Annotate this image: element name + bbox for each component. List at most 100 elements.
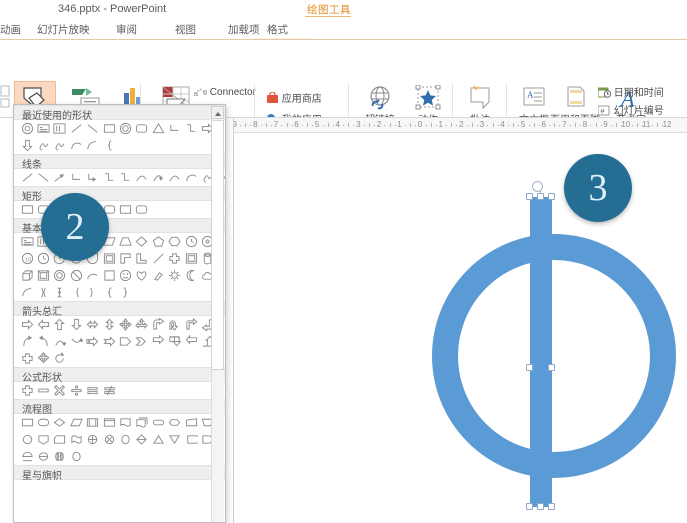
gallery-shape-item[interactable]	[150, 250, 166, 267]
gallery-shape-item[interactable]	[35, 382, 51, 399]
gallery-shape-item[interactable]	[117, 414, 133, 431]
gallery-shape-item[interactable]	[117, 333, 133, 350]
gallery-shape-item[interactable]	[68, 267, 84, 284]
gallery-shape-item[interactable]	[52, 414, 68, 431]
gallery-shape-item[interactable]	[183, 431, 199, 448]
gallery-shape-item[interactable]	[19, 382, 35, 399]
gallery-shape-item[interactable]	[117, 169, 133, 186]
gallery-shape-item[interactable]	[101, 316, 117, 333]
gallery-shape-item[interactable]	[35, 448, 51, 465]
gallery-shape-item[interactable]	[167, 333, 183, 350]
gallery-shape-item[interactable]	[19, 169, 35, 186]
gallery-shape-item[interactable]	[19, 267, 35, 284]
connector-button[interactable]: Connector	[193, 87, 256, 98]
gallery-shape-item[interactable]	[134, 333, 150, 350]
gallery-shape-item[interactable]	[35, 169, 51, 186]
gallery-shape-item[interactable]	[150, 414, 166, 431]
gallery-shape-item[interactable]	[101, 267, 117, 284]
shapes-gallery-dropdown[interactable]: 最近使用的形状线条矩形基本形状10箭头总汇公式形状流程图星与旗帜	[13, 104, 226, 523]
datetime-button[interactable]: 日期和时间	[597, 84, 664, 99]
gallery-shape-item[interactable]	[183, 414, 199, 431]
gallery-shape-item[interactable]	[117, 316, 133, 333]
gallery-shape-item[interactable]	[167, 233, 183, 250]
gallery-shape-item[interactable]	[35, 350, 51, 367]
gallery-shape-item[interactable]	[101, 284, 117, 301]
gallery-shape-item[interactable]	[35, 267, 51, 284]
gallery-shape-item[interactable]	[150, 120, 166, 137]
gallery-shape-item[interactable]	[101, 431, 117, 448]
gallery-shape-item[interactable]	[35, 414, 51, 431]
tab-slideshow[interactable]: 幻灯片放映	[37, 22, 90, 37]
gallery-shape-item[interactable]	[101, 250, 117, 267]
gallery-shape-item[interactable]	[68, 414, 84, 431]
resize-handle-bottom-right[interactable]	[548, 503, 555, 510]
resize-handle-middle-right[interactable]	[548, 364, 555, 371]
gallery-shape-item[interactable]: 10	[19, 250, 35, 267]
gallery-shape-item[interactable]	[68, 382, 84, 399]
gallery-shape-item[interactable]	[101, 382, 117, 399]
gallery-shape-item[interactable]	[85, 137, 101, 154]
gallery-shape-item[interactable]	[134, 267, 150, 284]
tab-format[interactable]: 格式	[267, 22, 288, 37]
gallery-shape-item[interactable]	[134, 414, 150, 431]
gallery-shape-item[interactable]	[85, 120, 101, 137]
gallery-shape-item[interactable]	[52, 284, 68, 301]
tab-addins[interactable]: 加载项	[228, 22, 260, 37]
resize-handle-top-right[interactable]	[548, 193, 555, 200]
gallery-shape-item[interactable]	[167, 120, 183, 137]
gallery-shape-item[interactable]	[101, 169, 117, 186]
gallery-shape-item[interactable]	[101, 120, 117, 137]
gallery-shape-item[interactable]	[150, 169, 166, 186]
gallery-shape-item[interactable]	[134, 431, 150, 448]
gallery-shape-item[interactable]	[68, 316, 84, 333]
ring-shape[interactable]	[432, 234, 676, 478]
gallery-shape-item[interactable]	[19, 448, 35, 465]
tab-animations[interactable]: 动画	[0, 22, 21, 37]
gallery-shape-item[interactable]	[167, 431, 183, 448]
gallery-shape-item[interactable]	[52, 350, 68, 367]
gallery-shape-item[interactable]	[19, 137, 35, 154]
gallery-shape-item[interactable]	[167, 267, 183, 284]
gallery-shape-item[interactable]	[117, 120, 133, 137]
gallery-shape-item[interactable]	[183, 333, 199, 350]
gallery-shape-item[interactable]	[52, 333, 68, 350]
gallery-shape-item[interactable]	[52, 137, 68, 154]
gallery-shape-item[interactable]	[117, 267, 133, 284]
gallery-shape-item[interactable]	[101, 414, 117, 431]
gallery-shape-item[interactable]	[85, 333, 101, 350]
gallery-shape-item[interactable]	[52, 169, 68, 186]
gallery-shape-item[interactable]	[85, 382, 101, 399]
gallery-shape-item[interactable]	[35, 137, 51, 154]
gallery-shape-item[interactable]	[68, 284, 84, 301]
gallery-shape-item[interactable]	[52, 431, 68, 448]
gallery-shape-item[interactable]	[134, 250, 150, 267]
gallery-shape-item[interactable]	[150, 233, 166, 250]
gallery-shape-item[interactable]	[19, 233, 35, 250]
gallery-shape-item[interactable]	[167, 316, 183, 333]
resize-handle-bottom-left[interactable]	[526, 503, 533, 510]
gallery-shape-item[interactable]	[183, 169, 199, 186]
resize-handle-top-center[interactable]	[537, 193, 544, 200]
rotation-handle[interactable]	[532, 181, 543, 192]
tab-view[interactable]: 视图	[175, 22, 196, 37]
gallery-shape-item[interactable]	[150, 333, 166, 350]
gallery-shape-item[interactable]	[134, 169, 150, 186]
gallery-shape-item[interactable]	[150, 267, 166, 284]
gallery-shape-item[interactable]	[68, 448, 84, 465]
gallery-shape-item[interactable]	[19, 350, 35, 367]
gallery-shape-item[interactable]	[167, 169, 183, 186]
gallery-shape-item[interactable]	[101, 333, 117, 350]
gallery-shape-item[interactable]	[52, 448, 68, 465]
resize-handle-bottom-center[interactable]	[537, 503, 544, 510]
gallery-shape-item[interactable]	[134, 120, 150, 137]
gallery-shape-item[interactable]	[35, 250, 51, 267]
gallery-shape-item[interactable]	[19, 333, 35, 350]
gallery-shape-item[interactable]	[150, 316, 166, 333]
gallery-shape-item[interactable]	[150, 431, 166, 448]
gallery-shape-item[interactable]	[19, 284, 35, 301]
gallery-shape-item[interactable]	[183, 233, 199, 250]
gallery-shape-item[interactable]	[68, 333, 84, 350]
gallery-shape-item[interactable]	[85, 284, 101, 301]
gallery-shape-item[interactable]	[134, 201, 150, 218]
gallery-shape-item[interactable]	[19, 431, 35, 448]
